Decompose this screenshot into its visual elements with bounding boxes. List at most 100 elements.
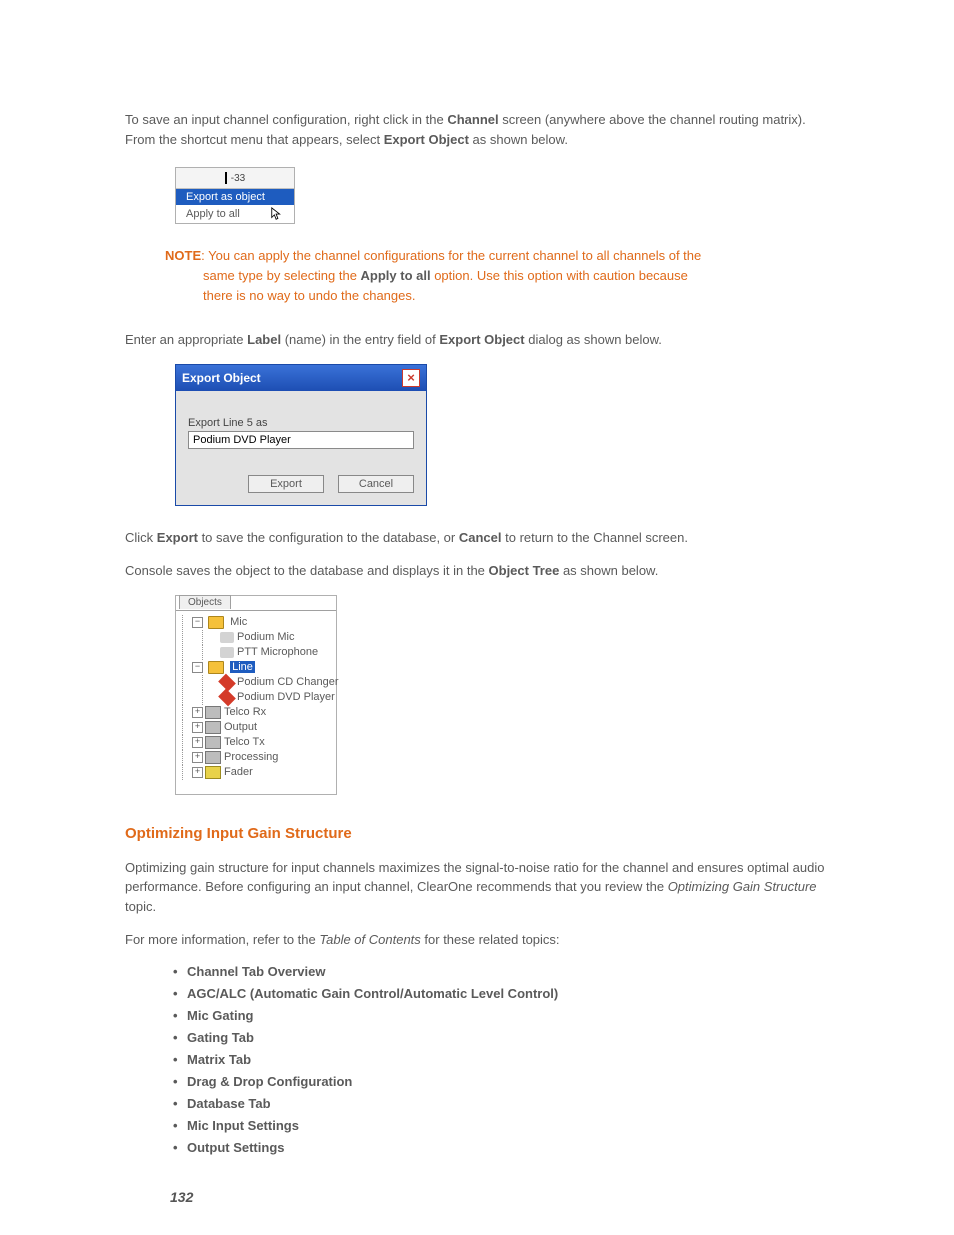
list-item: Drag & Drop Configuration bbox=[173, 1074, 839, 1089]
context-menu-item-apply-all[interactable]: Apply to all bbox=[176, 205, 294, 223]
tree-node[interactable]: Podium Mic bbox=[192, 630, 334, 645]
collapse-icon[interactable]: − bbox=[192, 662, 203, 673]
tree-label: Podium DVD Player bbox=[237, 691, 335, 703]
folder-icon bbox=[208, 616, 224, 629]
tree-node[interactable]: Podium CD Changer bbox=[192, 675, 334, 690]
bold-export-object: Export Object bbox=[384, 132, 469, 147]
tree-label: Mic bbox=[230, 616, 247, 628]
text: to return to the Channel screen. bbox=[502, 530, 688, 545]
close-button[interactable]: × bbox=[402, 369, 420, 387]
module-icon bbox=[205, 721, 221, 734]
expand-icon[interactable]: + bbox=[192, 707, 203, 718]
module-icon bbox=[205, 706, 221, 719]
note-line3: there is no way to undo the changes. bbox=[165, 286, 819, 306]
tree-node-mic[interactable]: − Mic Podium Mic PTT Microphone bbox=[178, 615, 334, 660]
text: topic. bbox=[125, 899, 156, 914]
list-item: Mic Gating bbox=[173, 1008, 839, 1023]
menu-label: Apply to all bbox=[186, 208, 240, 220]
mic-icon bbox=[220, 647, 234, 658]
note-text: same type by selecting the bbox=[203, 268, 361, 283]
dialog-titlebar: Export Object × bbox=[176, 365, 426, 391]
objects-tab[interactable]: Objects bbox=[179, 595, 231, 609]
related-topics-list: Channel Tab Overview AGC/ALC (Automatic … bbox=[173, 964, 839, 1155]
tree-node[interactable]: + Processing bbox=[178, 750, 334, 765]
tree-label: Fader bbox=[224, 766, 253, 778]
text: to save the configuration to the databas… bbox=[198, 530, 459, 545]
object-tree-paragraph: Console saves the object to the database… bbox=[125, 561, 839, 581]
tree-label: Telco Tx bbox=[224, 736, 265, 748]
mic-icon bbox=[220, 632, 234, 643]
module-icon bbox=[205, 736, 221, 749]
note-line2: same type by selecting the Apply to all … bbox=[165, 266, 819, 286]
text: as shown below. bbox=[559, 563, 658, 578]
expand-icon[interactable]: + bbox=[192, 767, 203, 778]
label-instruction-paragraph: Enter an appropriate Label (name) in the… bbox=[125, 330, 839, 350]
note-text: : You can apply the channel configuratio… bbox=[201, 248, 701, 263]
dialog-field-label: Export Line 5 as bbox=[188, 417, 414, 429]
more-info-paragraph: For more information, refer to the Table… bbox=[125, 930, 839, 950]
tree-label: Processing bbox=[224, 751, 278, 763]
tree-node[interactable]: +Output bbox=[178, 720, 334, 735]
text: Enter an appropriate bbox=[125, 332, 247, 347]
context-menu-header: -33 bbox=[176, 168, 294, 189]
tree-node[interactable]: + Fader bbox=[178, 765, 334, 780]
list-item: Output Settings bbox=[173, 1140, 839, 1155]
collapse-icon[interactable]: − bbox=[192, 617, 203, 628]
note-block: NOTE: You can apply the channel configur… bbox=[165, 246, 819, 306]
expand-icon[interactable]: + bbox=[192, 752, 203, 763]
tree-label-selected: Line bbox=[230, 661, 255, 673]
export-object-dialog: Export Object × Export Line 5 as Export … bbox=[175, 364, 427, 506]
note-label: NOTE bbox=[165, 248, 201, 263]
optimizing-paragraph: Optimizing gain structure for input chan… bbox=[125, 858, 839, 917]
tree-node[interactable]: Podium DVD Player bbox=[192, 690, 334, 705]
italic-toc: Table of Contents bbox=[319, 932, 420, 947]
tree-node[interactable]: + Telco Rx bbox=[178, 705, 334, 720]
tree-node[interactable]: PTT Microphone bbox=[192, 645, 334, 660]
text: To save an input channel configuration, … bbox=[125, 112, 447, 127]
bold-label: Label bbox=[247, 332, 281, 347]
cancel-button[interactable]: Cancel bbox=[338, 475, 414, 493]
text: for these related topics: bbox=[421, 932, 560, 947]
bold-object-tree: Object Tree bbox=[489, 563, 560, 578]
object-tree-figure: Objects − Mic Podium Mic PTT Microphone … bbox=[175, 595, 337, 795]
tree-label: Podium Mic bbox=[237, 631, 294, 643]
menu-label: Export as object bbox=[186, 191, 265, 203]
page-number: 132 bbox=[170, 1189, 193, 1205]
tree-node[interactable]: + Telco Tx bbox=[178, 735, 334, 750]
list-item: Channel Tab Overview bbox=[173, 964, 839, 979]
dialog-buttons: Export Cancel bbox=[176, 459, 426, 505]
list-item: Gating Tab bbox=[173, 1030, 839, 1045]
cursor-icon bbox=[270, 207, 284, 221]
tree-label: Telco Rx bbox=[224, 706, 266, 718]
tree-label: PTT Microphone bbox=[237, 646, 318, 658]
section-heading-optimizing: Optimizing Input Gain Structure bbox=[125, 825, 839, 842]
dialog-title: Export Object bbox=[182, 371, 261, 385]
note-text: option. Use this option with caution bec… bbox=[431, 268, 688, 283]
bold-apply-to-all: Apply to all bbox=[361, 268, 431, 283]
line-icon bbox=[218, 673, 236, 691]
click-export-paragraph: Click Export to save the configuration t… bbox=[125, 528, 839, 548]
context-menu-item-export[interactable]: Export as object bbox=[176, 189, 294, 205]
module-icon bbox=[205, 751, 221, 764]
italic-optimizing-gain: Optimizing Gain Structure bbox=[668, 879, 817, 894]
tree-node-line[interactable]: − Line Podium CD Changer Podium DVD Play… bbox=[178, 660, 334, 705]
close-icon: × bbox=[407, 371, 415, 384]
bold-export: Export bbox=[157, 530, 198, 545]
fader-icon bbox=[205, 766, 221, 779]
tick-icon bbox=[225, 172, 227, 184]
export-button[interactable]: Export bbox=[248, 475, 324, 493]
expand-icon[interactable]: + bbox=[192, 737, 203, 748]
label-input[interactable] bbox=[188, 431, 414, 449]
bold-channel: Channel bbox=[447, 112, 498, 127]
list-item: AGC/ALC (Automatic Gain Control/Automati… bbox=[173, 986, 839, 1001]
bold-export-object: Export Object bbox=[439, 332, 524, 347]
list-item: Matrix Tab bbox=[173, 1052, 839, 1067]
list-item: Database Tab bbox=[173, 1096, 839, 1111]
list-item: Mic Input Settings bbox=[173, 1118, 839, 1133]
object-tree: − Mic Podium Mic PTT Microphone − Line P… bbox=[176, 610, 336, 794]
text: For more information, refer to the bbox=[125, 932, 319, 947]
text: dialog as shown below. bbox=[525, 332, 662, 347]
expand-icon[interactable]: + bbox=[192, 722, 203, 733]
bold-cancel: Cancel bbox=[459, 530, 502, 545]
text: as shown below. bbox=[469, 132, 568, 147]
